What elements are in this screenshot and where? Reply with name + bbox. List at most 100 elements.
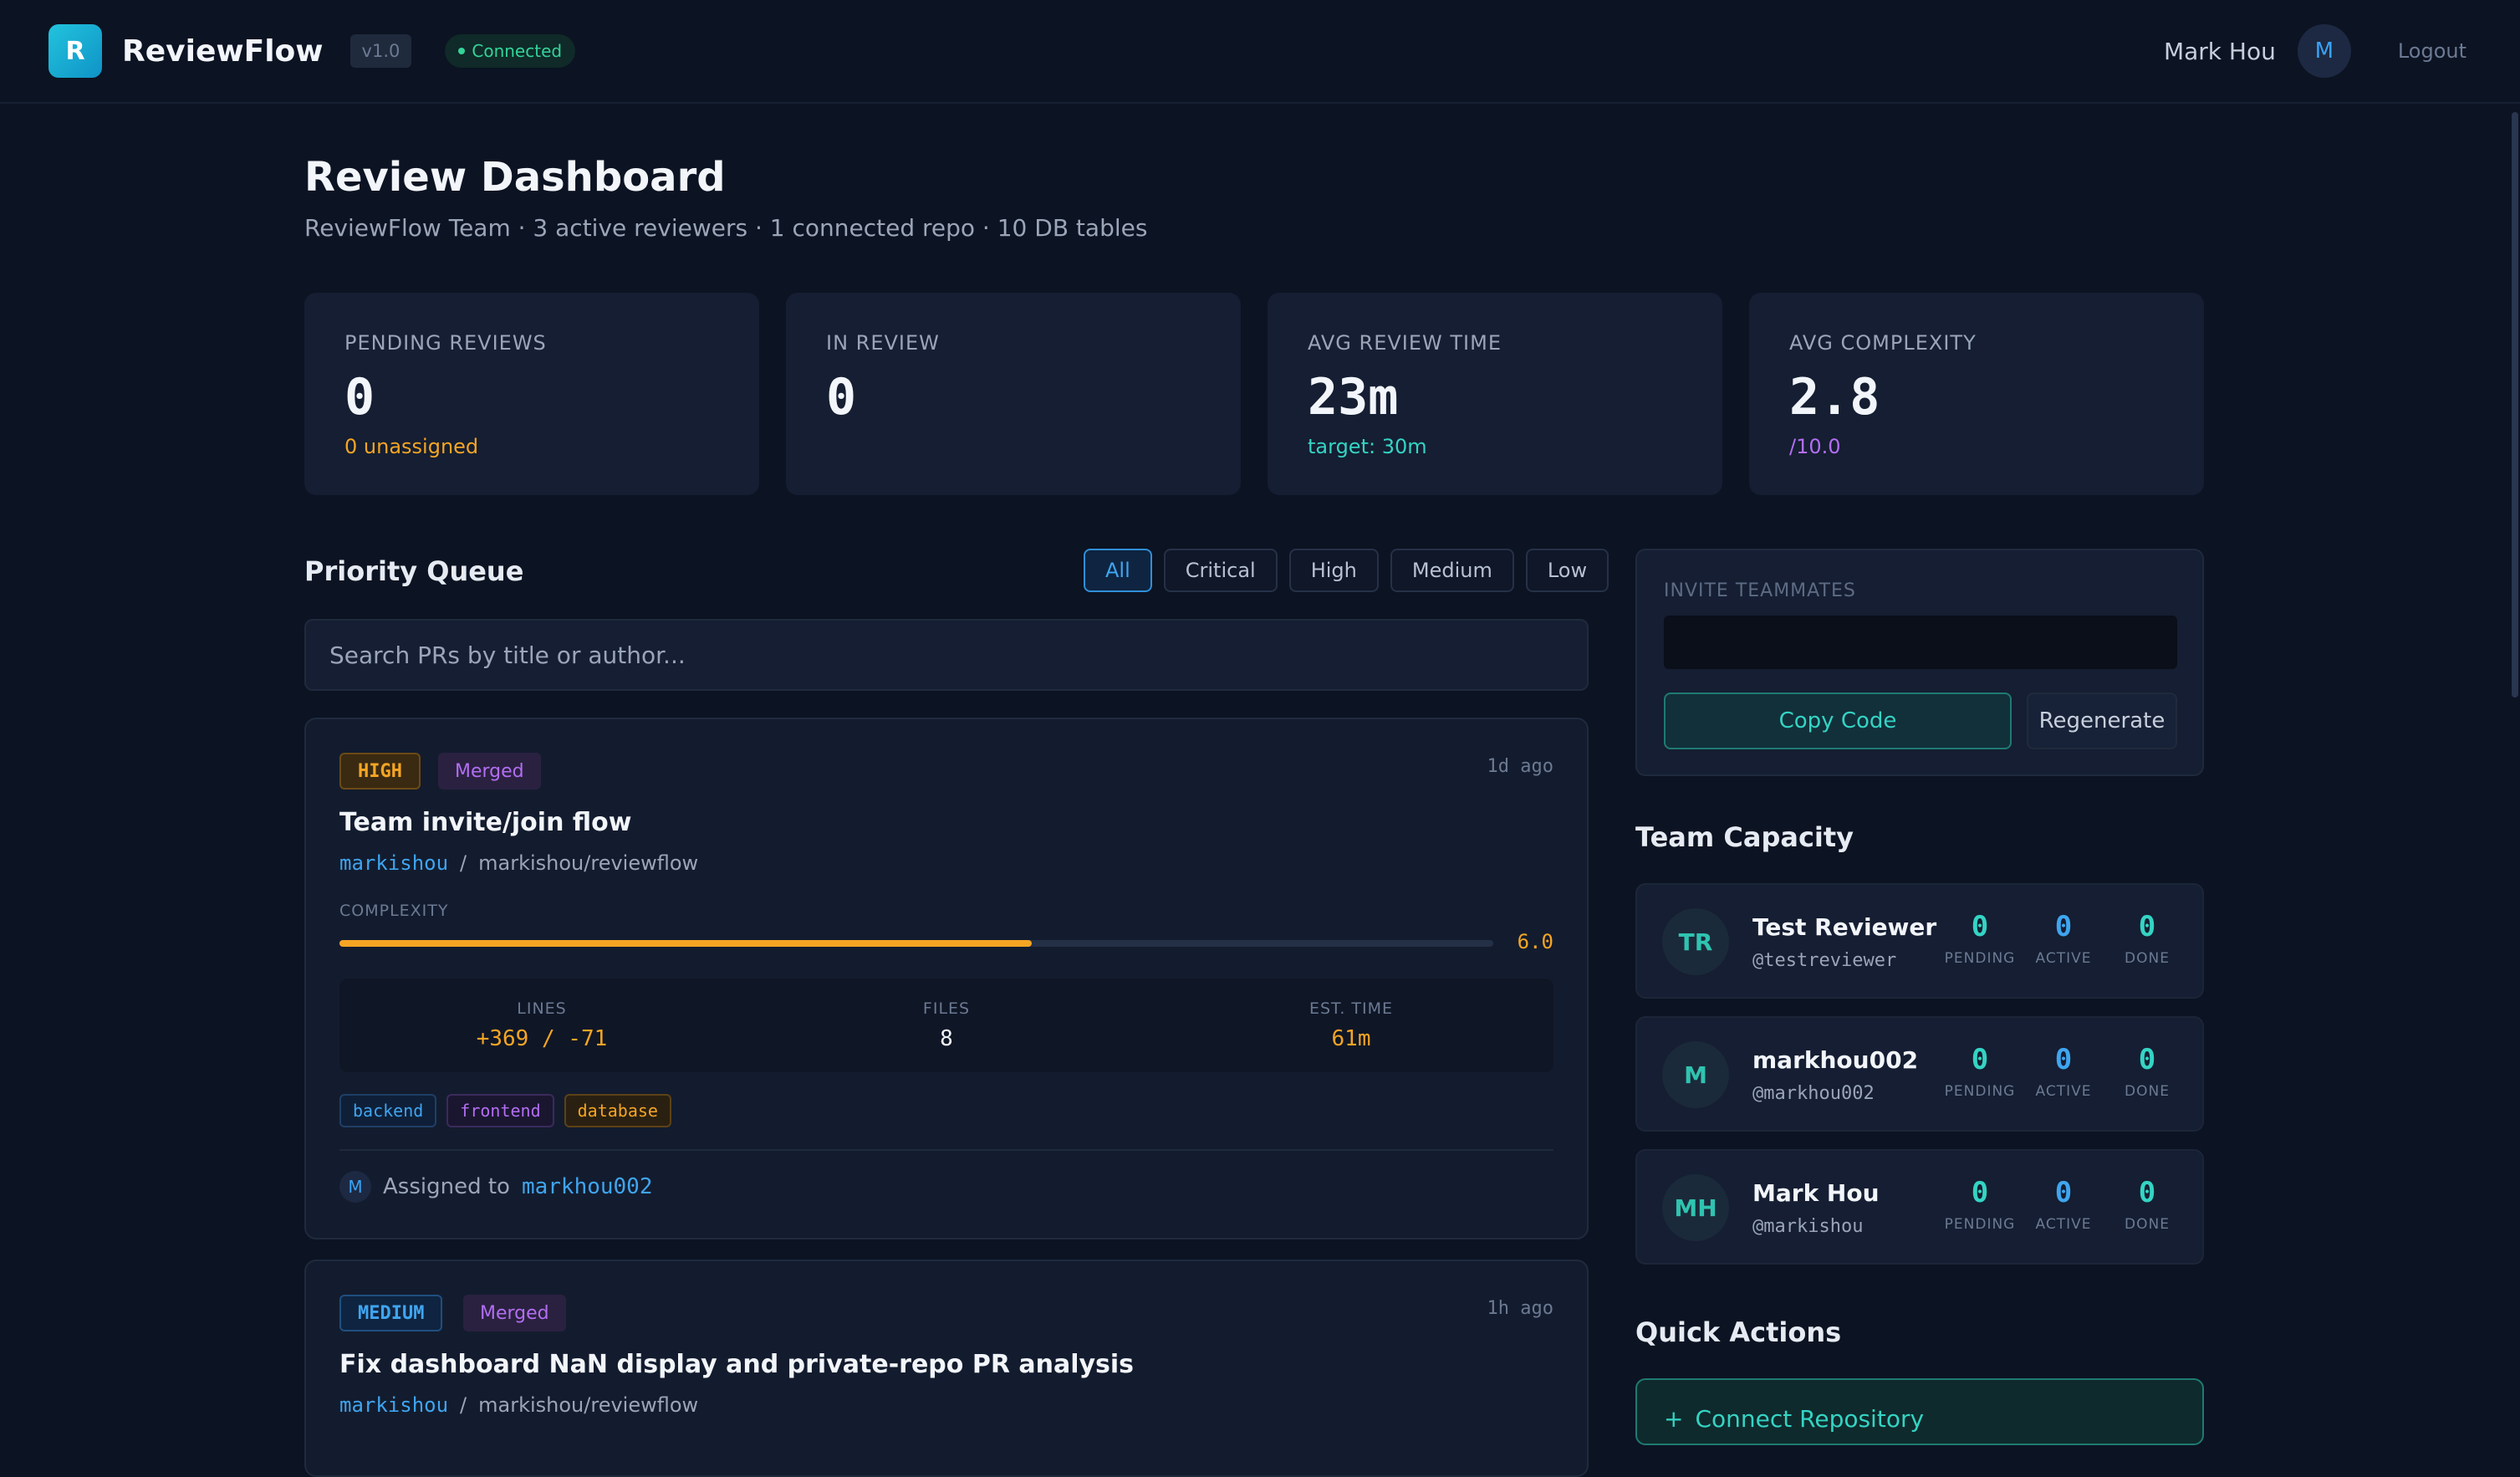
team-capacity-title: Team Capacity <box>1635 821 1854 853</box>
member-card-markhou002[interactable]: M markhou002 @markhou002 0 PENDING 0 ACTIV… <box>1635 1016 2204 1132</box>
active-stat: 0 ACTIVE <box>2033 1176 2094 1233</box>
regenerate-button[interactable]: Regenerate <box>2027 693 2177 749</box>
pr-timestamp: 1d ago <box>1487 756 1553 777</box>
page-subtitle: ReviewFlow Team · 3 active reviewers · 1… <box>304 214 1148 242</box>
active-label: ACTIVE <box>2035 1216 2092 1233</box>
done-label: DONE <box>2125 950 2170 967</box>
active-count: 0 <box>2054 1176 2073 1209</box>
member-name: Mark Hou <box>1752 1179 1880 1207</box>
pr-card[interactable]: MEDIUM Merged 1h ago Fix dashboard NaN d… <box>304 1260 1589 1477</box>
page-scrollbar[interactable] <box>2508 104 2520 1420</box>
app-logo[interactable]: R <box>48 24 102 78</box>
member-stats: 0 PENDING 0 ACTIVE 0 DONE <box>1945 910 2177 967</box>
member-card-test-reviewer[interactable]: TR Test Reviewer @testreviewer 0 PENDING … <box>1635 883 2204 999</box>
done-count: 0 <box>2138 1043 2156 1076</box>
done-stat: 0 DONE <box>2117 1043 2177 1100</box>
done-stat: 0 DONE <box>2117 910 2177 967</box>
metric-label: LINES <box>517 999 567 1018</box>
assignee-avatar: M <box>339 1171 371 1203</box>
stat-label: IN REVIEW <box>826 331 940 355</box>
stat-card-avg-review-time: AVG REVIEW TIME 23m target: 30m <box>1268 293 1722 495</box>
pr-title[interactable]: Fix dashboard NaN display and private-re… <box>339 1350 1134 1379</box>
member-handle: @markhou002 <box>1752 1083 1875 1104</box>
stat-subtext: /10.0 <box>1789 435 1841 458</box>
pending-label: PENDING <box>1944 950 2016 967</box>
metric-lines: LINES +369 / -71 <box>339 979 744 1072</box>
pr-metrics-panel: LINES +369 / -71 FILES 8 EST. TIME 61m <box>339 979 1553 1072</box>
brand-name[interactable]: ReviewFlow <box>122 34 324 69</box>
filter-critical-button[interactable]: Critical <box>1163 549 1278 592</box>
pending-stat: 0 PENDING <box>1945 910 2015 967</box>
user-avatar[interactable]: M <box>2297 24 2351 78</box>
pr-title[interactable]: Team invite/join flow <box>339 808 631 837</box>
pr-timestamp: 1h ago <box>1487 1298 1553 1319</box>
pr-author-link[interactable]: markishou <box>339 851 448 875</box>
complexity-bar <box>339 940 1493 947</box>
assignee-link[interactable]: markhou002 <box>522 1174 653 1199</box>
invite-code-field[interactable] <box>1664 616 2177 669</box>
connect-repository-button[interactable]: + Connect Repository <box>1635 1378 2204 1445</box>
pr-meta: markishou / markishou/reviewflow <box>339 851 698 875</box>
tag-frontend[interactable]: frontend <box>446 1094 554 1127</box>
user-name: Mark Hou <box>2163 37 2276 65</box>
pr-card[interactable]: HIGH Merged 1d ago Team invite/join flow… <box>304 718 1589 1239</box>
done-stat: 0 DONE <box>2117 1176 2177 1233</box>
done-label: DONE <box>2125 1083 2170 1100</box>
pr-repo[interactable]: markishou/reviewflow <box>478 1393 698 1417</box>
stat-value: 2.8 <box>1789 368 1880 427</box>
tag-database[interactable]: database <box>564 1094 671 1127</box>
active-stat: 0 ACTIVE <box>2033 910 2094 967</box>
meta-separator: / <box>460 1393 467 1417</box>
connection-status-label: Connected <box>472 41 563 61</box>
filter-all-button[interactable]: All <box>1084 549 1152 592</box>
metric-value: 8 <box>940 1026 953 1051</box>
member-avatar: M <box>1662 1041 1729 1108</box>
stat-label: AVG REVIEW TIME <box>1308 331 1502 355</box>
complexity-value: 6.0 <box>1517 930 1553 953</box>
filter-medium-button[interactable]: Medium <box>1390 549 1514 592</box>
stat-subtext: target: 30m <box>1308 435 1427 458</box>
pending-stat: 0 PENDING <box>1945 1176 2015 1233</box>
pending-count: 0 <box>1971 910 1989 943</box>
scrollbar-thumb[interactable] <box>2512 112 2518 698</box>
priority-badge: HIGH <box>339 753 421 790</box>
done-count: 0 <box>2138 1176 2156 1209</box>
logout-link[interactable]: Logout <box>2398 39 2466 63</box>
stat-value: 23m <box>1308 368 1399 427</box>
tag-backend[interactable]: backend <box>339 1094 437 1127</box>
pr-author-link[interactable]: markishou <box>339 1393 448 1417</box>
stat-subtext: 0 unassigned <box>344 435 479 458</box>
filter-low-button[interactable]: Low <box>1525 549 1609 592</box>
done-label: DONE <box>2125 1216 2170 1233</box>
plus-icon: + <box>1664 1405 1684 1433</box>
pr-repo[interactable]: markishou/reviewflow <box>478 851 698 875</box>
member-card-mark-hou[interactable]: MH Mark Hou @markishou 0 PENDING 0 ACTIVE … <box>1635 1149 2204 1265</box>
member-avatar: TR <box>1662 908 1729 975</box>
active-label: ACTIVE <box>2035 1083 2092 1100</box>
stat-value: 0 <box>826 368 857 427</box>
meta-separator: / <box>460 851 467 875</box>
card-divider <box>339 1149 1553 1151</box>
status-badge: Merged <box>463 1295 566 1331</box>
metric-files: FILES 8 <box>744 979 1149 1072</box>
connection-status-badge: Connected <box>445 34 576 68</box>
member-name: markhou002 <box>1752 1046 1919 1074</box>
page-title: Review Dashboard <box>304 154 726 201</box>
priority-queue-title: Priority Queue <box>304 555 524 587</box>
pending-label: PENDING <box>1944 1083 2016 1100</box>
quick-actions-title: Quick Actions <box>1635 1316 1842 1348</box>
pr-search-input[interactable]: Search PRs by title or author... <box>304 619 1589 691</box>
stat-label: AVG COMPLEXITY <box>1789 331 1977 355</box>
complexity-bar-fill <box>339 940 1032 947</box>
done-count: 0 <box>2138 910 2156 943</box>
assigned-label: Assigned to <box>383 1174 510 1199</box>
filter-high-button[interactable]: High <box>1288 549 1379 592</box>
user-area: Mark Hou M Logout <box>2164 24 2472 78</box>
member-avatar: MH <box>1662 1174 1729 1241</box>
pr-tags: backend frontend database <box>339 1094 671 1127</box>
assignment-row: M Assigned to markhou002 <box>339 1171 653 1203</box>
status-badge: Merged <box>438 753 541 790</box>
status-dot-icon <box>458 48 466 54</box>
copy-code-button[interactable]: Copy Code <box>1664 693 2012 749</box>
active-label: ACTIVE <box>2035 950 2092 967</box>
